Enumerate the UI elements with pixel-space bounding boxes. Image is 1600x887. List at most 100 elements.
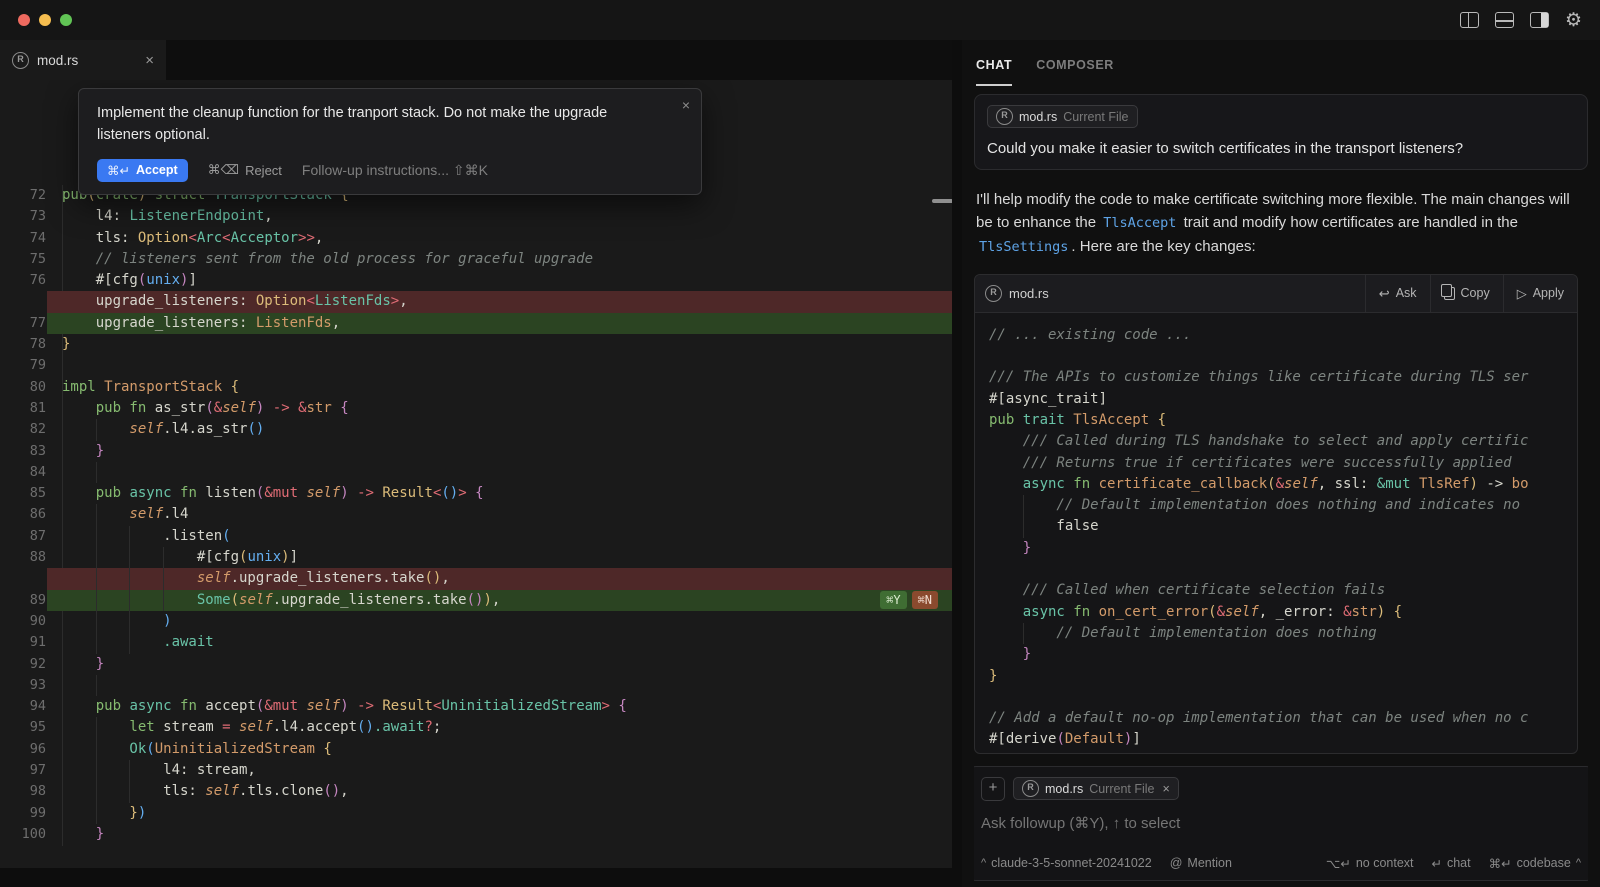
inline-code: TlsSettings: [976, 239, 1071, 255]
pill-file-name: mod.rs: [1019, 110, 1057, 124]
code-text: }: [989, 644, 1577, 665]
chat-input-card[interactable]: + R mod.rs Current File × Ask followup (…: [974, 766, 1588, 881]
indent-guide: [96, 462, 97, 483]
code-block-body: // ... existing code .../// The APIs to …: [975, 313, 1577, 751]
code-text: impl TransportStack {: [47, 377, 952, 398]
inline-code: TlsAccept: [1100, 215, 1179, 231]
indent-guide: [1023, 623, 1024, 644]
tab-chat[interactable]: CHAT: [976, 58, 1012, 86]
line-number: 88: [0, 547, 46, 568]
code-line: // Default implementation does nothing: [989, 623, 1577, 644]
line-number: 99: [0, 803, 46, 824]
editor-scrollbar-thumb[interactable]: [932, 199, 952, 203]
rust-file-icon: R: [1022, 780, 1039, 797]
inline-ai-prompt-popup: Implement the cleanup function for the t…: [78, 88, 702, 195]
ask-button[interactable]: ↩Ask: [1365, 275, 1430, 312]
shortcut-keys: ↵: [1432, 856, 1442, 871]
indent-guide: [1023, 495, 1024, 516]
code-text: // ... existing code ...: [989, 325, 1577, 346]
settings-gear-icon[interactable]: ⚙: [1565, 11, 1582, 30]
input-context-file-pill[interactable]: R mod.rs Current File ×: [1013, 777, 1179, 800]
indent-guide: [163, 590, 164, 611]
editor-tab-bar: R mod.rs ×: [0, 40, 952, 80]
shortcut-no-context[interactable]: ⌥↵no context: [1326, 856, 1414, 871]
code-text: pub trait TlsAccept {: [989, 410, 1577, 431]
indent-guide: [96, 568, 97, 589]
code-text: // listeners sent from the old process f…: [47, 249, 952, 270]
close-window-button[interactable]: [18, 14, 30, 26]
shortcut-label: codebase: [1517, 856, 1571, 870]
code-editor[interactable]: Implement the cleanup function for the t…: [0, 80, 952, 868]
minimize-window-button[interactable]: [39, 14, 51, 26]
reject-button[interactable]: ⌘⌫ Reject: [208, 162, 282, 178]
code-text: self.l4.as_str(): [47, 419, 952, 440]
indent-guide: [96, 739, 97, 760]
code-text: pub async fn accept(&mut self) -> Result…: [47, 696, 952, 717]
assistant-message-text: I'll help modify the code to make certif…: [976, 188, 1586, 258]
code-text: let stream = self.l4.accept().await?;: [47, 717, 952, 738]
split-editor-icon[interactable]: [1460, 12, 1479, 28]
toggle-panel-icon[interactable]: [1495, 12, 1514, 28]
code-line: 93: [0, 675, 952, 696]
followup-instructions-field[interactable]: Follow-up instructions... ⇧⌘K: [302, 162, 488, 179]
add-context-button[interactable]: +: [981, 777, 1005, 801]
zoom-window-button[interactable]: [60, 14, 72, 26]
ask-undo-icon: ↩: [1379, 287, 1390, 300]
reject-shortcut-keys: ⌘⌫: [208, 162, 239, 178]
indent-guide: [129, 568, 130, 589]
remove-context-icon[interactable]: ×: [1163, 782, 1170, 796]
shortcut-label: chat: [1447, 856, 1471, 870]
line-number: 96: [0, 739, 46, 760]
button-label: Copy: [1461, 286, 1490, 300]
close-popup-icon[interactable]: ×: [682, 97, 690, 113]
code-text: }: [989, 538, 1577, 559]
line-number: [0, 568, 46, 589]
line-number: 93: [0, 675, 46, 696]
code-line: 99 }): [0, 803, 952, 824]
code-line: [989, 687, 1577, 708]
reject-diff-badge[interactable]: ⌘N: [912, 591, 938, 609]
prompt-text: Implement the cleanup function for the t…: [97, 103, 683, 147]
accept-shortcut-keys: ⌘↵: [107, 163, 130, 178]
shortcut-chat[interactable]: ↵ chat: [1432, 856, 1471, 871]
indent-guide: [129, 547, 130, 568]
toggle-right-sidebar-icon[interactable]: [1530, 12, 1549, 28]
indent-guide: [96, 717, 97, 738]
accept-button[interactable]: ⌘↵ Accept: [97, 159, 188, 182]
shortcut-codebase[interactable]: ⌘↵codebase^: [1489, 856, 1581, 871]
user-message-card: R mod.rs Current File Could you make it …: [974, 94, 1588, 170]
code-line: 80impl TransportStack {: [0, 377, 952, 398]
code-line: /// Called when certificate selection fa…: [989, 580, 1577, 601]
line-number: 78: [0, 334, 46, 355]
code-line: /// Called during TLS handshake to selec…: [989, 431, 1577, 452]
chat-input-placeholder[interactable]: Ask followup (⌘Y), ↑ to select: [981, 814, 1581, 832]
chat-panel: CHAT COMPOSER R mod.rs Current File Coul…: [962, 40, 1600, 887]
apply-button[interactable]: ▷Apply: [1503, 275, 1577, 312]
context-file-pill[interactable]: R mod.rs Current File: [987, 105, 1138, 128]
diff-removed-line: self.upgrade_listeners.take(),: [0, 568, 952, 589]
code-line: 73 l4: ListenerEndpoint,: [0, 206, 952, 227]
chat-input-footer: ^ claude-3-5-sonnet-20241022 @ Mention ⌥…: [981, 856, 1581, 871]
close-tab-icon[interactable]: ×: [145, 52, 154, 69]
traffic-lights: [18, 14, 72, 26]
tab-mod-rs[interactable]: R mod.rs ×: [0, 40, 166, 80]
code-line: 88 #[cfg(unix)]: [0, 547, 952, 568]
mention-button[interactable]: @ Mention: [1170, 856, 1232, 870]
pill-file-tag: Current File: [1089, 782, 1154, 796]
line-number: 89: [0, 590, 46, 611]
code-line: 95 let stream = self.l4.accept().await?;: [0, 717, 952, 738]
code-text: // Add a default no-op implementation th…: [989, 708, 1577, 729]
code-lines: 72pub(crate) struct TransportStack {73 l…: [0, 185, 952, 845]
code-text: #[cfg(unix)]: [47, 270, 952, 291]
code-text: }: [47, 441, 952, 462]
accept-diff-badge[interactable]: ⌘Y: [880, 591, 906, 609]
code-block-file-name: mod.rs: [1009, 286, 1049, 301]
copy-button[interactable]: Copy: [1430, 275, 1503, 312]
line-number: 76: [0, 270, 46, 291]
diff-added-line: 89 Some(self.upgrade_listeners.take()),⌘…: [0, 590, 952, 611]
window-titlebar: ⚙: [0, 0, 1600, 40]
model-selector[interactable]: ^ claude-3-5-sonnet-20241022: [981, 856, 1152, 870]
tab-composer[interactable]: COMPOSER: [1036, 58, 1114, 86]
code-line: 86 self.l4: [0, 504, 952, 525]
line-number: [0, 291, 46, 312]
